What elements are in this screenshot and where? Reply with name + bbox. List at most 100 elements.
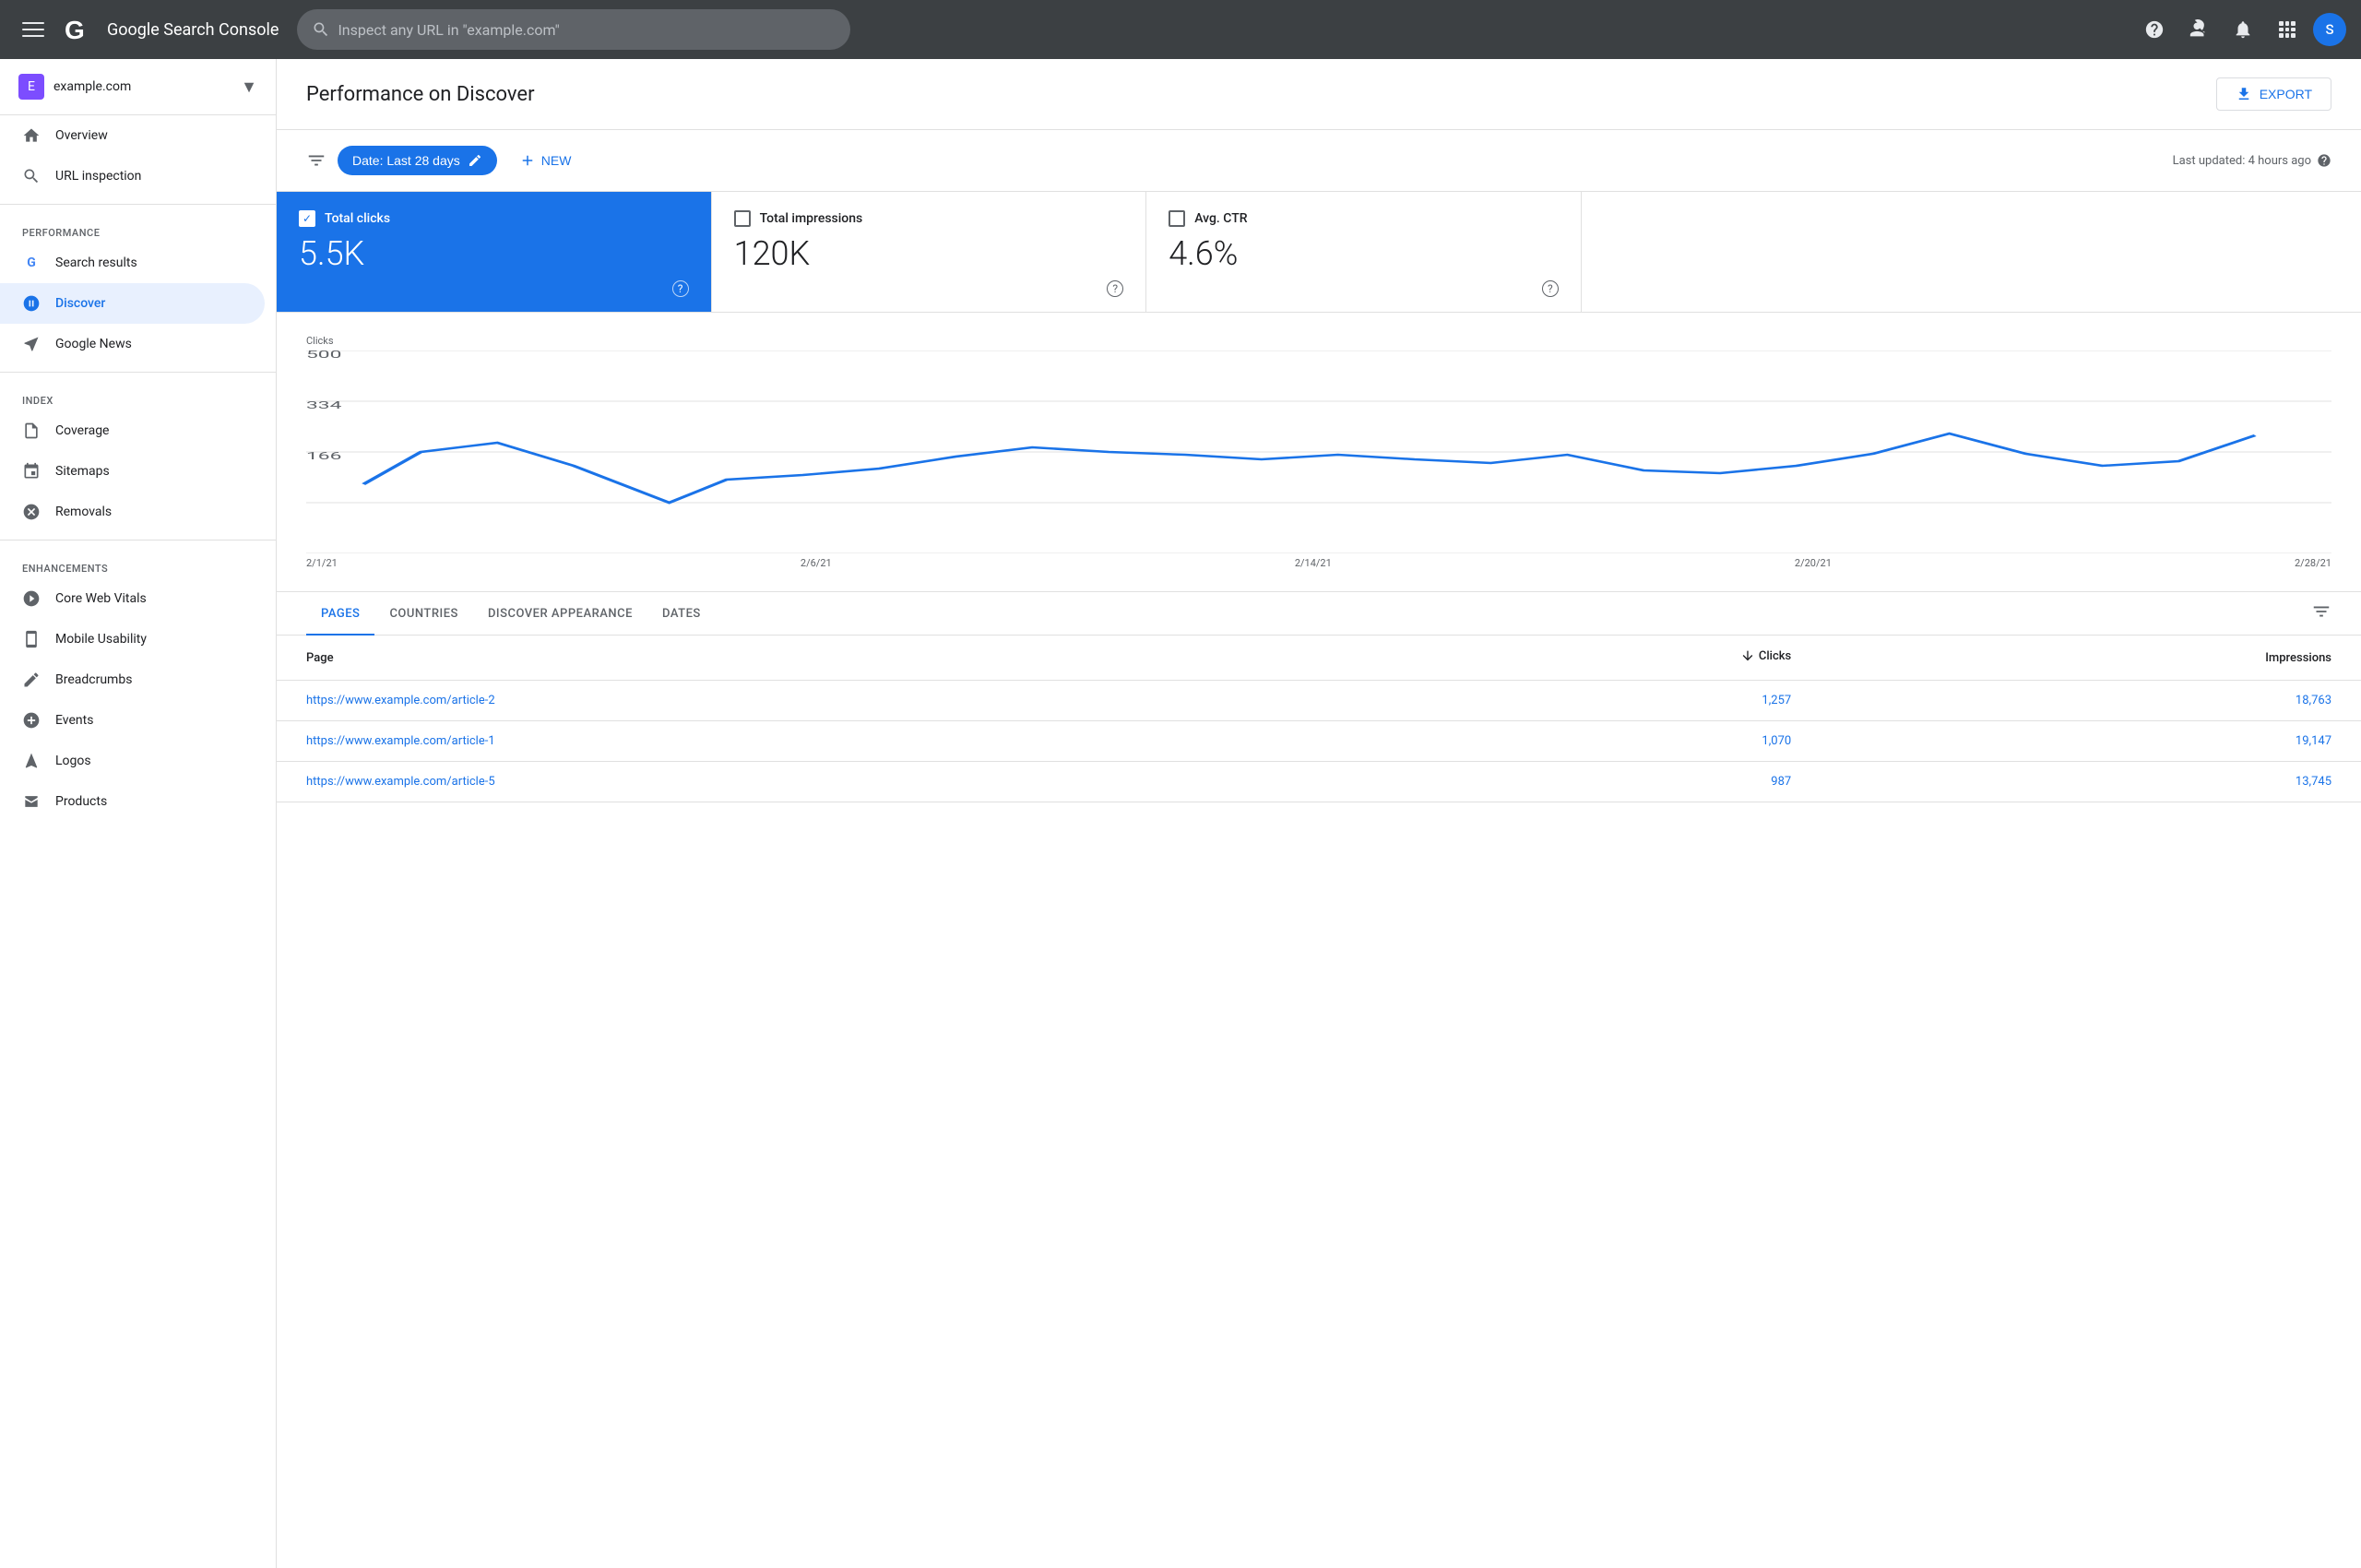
- row-2-page[interactable]: https://www.example.com/article-5: [277, 762, 1346, 802]
- row-1-page[interactable]: https://www.example.com/article-1: [277, 721, 1346, 762]
- data-table: Page Clicks Impressions https://www.exa: [277, 636, 2361, 802]
- help-button[interactable]: [2136, 11, 2173, 48]
- breadcrumbs-label: Breadcrumbs: [55, 672, 132, 687]
- export-label: EXPORT: [2260, 87, 2312, 101]
- row-0-page[interactable]: https://www.example.com/article-2: [277, 681, 1346, 721]
- metric-checkbox-clicks: ✓: [299, 210, 315, 227]
- tab-discover-appearance[interactable]: DISCOVER APPEARANCE: [473, 592, 647, 636]
- hamburger-icon: [22, 22, 44, 37]
- chart-y-label: Clicks: [306, 335, 2331, 347]
- metric-help-ctr[interactable]: ?: [1542, 280, 1559, 297]
- events-icon: [22, 711, 41, 730]
- page-title: Performance on Discover: [306, 83, 535, 106]
- products-icon: [22, 792, 41, 811]
- sidebar-item-search-results[interactable]: G Search results: [0, 243, 265, 283]
- search-input[interactable]: [338, 21, 836, 39]
- x-label-0: 2/1/21: [306, 557, 338, 569]
- nav-icons: S: [2136, 11, 2346, 48]
- property-chevron-icon: ▼: [241, 77, 257, 97]
- discover-icon: [22, 294, 41, 313]
- metric-label-ctr: Avg. CTR: [1194, 211, 1247, 226]
- metric-value-impressions: 120K: [734, 234, 1124, 273]
- new-filter-label: NEW: [541, 153, 572, 168]
- row-0-impressions: 18,763: [1821, 681, 2361, 721]
- x-label-4: 2/28/21: [2295, 557, 2331, 569]
- index-section-label: Index: [0, 380, 276, 410]
- col-header-page: Page: [277, 636, 1346, 681]
- url-search-bar[interactable]: [297, 9, 850, 50]
- chart-svg: 500 334 166 0: [306, 350, 2331, 553]
- metric-card-avg-ctr[interactable]: Avg. CTR 4.6% ?: [1146, 192, 1582, 312]
- checkmark-icon: ✓: [303, 212, 312, 225]
- account-search-button[interactable]: [2180, 11, 2217, 48]
- sidebar: E example.com ▼ Overview URL inspection …: [0, 59, 277, 1568]
- date-filter-button[interactable]: Date: Last 28 days: [338, 146, 497, 175]
- x-label-1: 2/6/21: [801, 557, 832, 569]
- metric-card-total-clicks[interactable]: ✓ Total clicks 5.5K ?: [277, 192, 712, 312]
- x-label-2: 2/14/21: [1295, 557, 1332, 569]
- metric-checkbox-ctr: [1169, 210, 1185, 227]
- sidebar-item-core-web-vitals[interactable]: Core Web Vitals: [0, 578, 265, 619]
- sort-down-icon: [1740, 648, 1755, 663]
- sidebar-item-mobile-usability[interactable]: Mobile Usability: [0, 619, 265, 659]
- apps-button[interactable]: [2269, 11, 2306, 48]
- chart-x-labels: 2/1/21 2/6/21 2/14/21 2/20/21 2/28/21: [306, 553, 2331, 569]
- top-navigation: G Google Search Console: [0, 0, 2361, 59]
- metric-header-clicks: ✓ Total clicks: [299, 210, 689, 227]
- last-updated: Last updated: 4 hours ago: [2173, 153, 2331, 168]
- sidebar-item-breadcrumbs[interactable]: Breadcrumbs: [0, 659, 265, 700]
- table-header: Page Clicks Impressions: [277, 636, 2361, 681]
- metric-help-impressions[interactable]: ?: [1107, 280, 1123, 297]
- sitemaps-icon: [22, 462, 41, 481]
- removals-icon: [22, 503, 41, 521]
- x-label-3: 2/20/21: [1795, 557, 1832, 569]
- sidebar-item-url-inspection[interactable]: URL inspection: [0, 156, 265, 196]
- svg-text:334: 334: [306, 399, 341, 411]
- table-filter-icon[interactable]: [2311, 601, 2331, 626]
- sidebar-item-products[interactable]: Products: [0, 781, 265, 822]
- main-layout: E example.com ▼ Overview URL inspection …: [0, 59, 2361, 1568]
- table-row: https://www.example.com/article-5 987 13…: [277, 762, 2361, 802]
- search-sidebar-icon: [22, 167, 41, 185]
- svg-text:0: 0: [306, 552, 318, 553]
- sidebar-item-removals[interactable]: Removals: [0, 492, 265, 532]
- sidebar-item-sitemaps[interactable]: Sitemaps: [0, 451, 265, 492]
- removals-label: Removals: [55, 505, 112, 519]
- metric-help-clicks[interactable]: ?: [672, 280, 689, 297]
- notifications-icon: [2233, 19, 2253, 40]
- tab-pages[interactable]: PAGES: [306, 592, 374, 636]
- metric-label-impressions: Total impressions: [760, 211, 863, 226]
- chart-container: 500 334 166 0: [306, 350, 2331, 553]
- table-body: https://www.example.com/article-2 1,257 …: [277, 681, 2361, 802]
- sidebar-item-discover[interactable]: Discover: [0, 283, 265, 324]
- metric-footer-clicks: ?: [299, 280, 689, 297]
- new-filter-button[interactable]: NEW: [508, 145, 583, 176]
- products-label: Products: [55, 794, 107, 809]
- overview-label: Overview: [55, 128, 108, 143]
- sidebar-item-coverage[interactable]: Coverage: [0, 410, 265, 451]
- user-avatar[interactable]: S: [2313, 13, 2346, 46]
- metrics-row: ✓ Total clicks 5.5K ? Total impressions …: [277, 192, 2361, 313]
- sidebar-item-google-news[interactable]: Google News: [0, 324, 265, 364]
- page-header: Performance on Discover EXPORT: [277, 59, 2361, 130]
- metric-header-ctr: Avg. CTR: [1169, 210, 1559, 227]
- news-icon: [22, 335, 41, 353]
- export-button[interactable]: EXPORT: [2216, 77, 2331, 111]
- hamburger-menu-button[interactable]: [15, 11, 52, 48]
- metric-card-impressions[interactable]: Total impressions 120K ?: [712, 192, 1147, 312]
- tab-countries[interactable]: COUNTRIES: [374, 592, 473, 636]
- logos-icon: [22, 752, 41, 770]
- sidebar-item-logos[interactable]: Logos: [0, 741, 265, 781]
- property-selector[interactable]: E example.com ▼: [0, 59, 276, 115]
- sidebar-item-events[interactable]: Events: [0, 700, 265, 741]
- tab-dates[interactable]: DATES: [647, 592, 716, 636]
- metric-label-clicks: Total clicks: [325, 211, 390, 226]
- last-updated-text: Last updated: 4 hours ago: [2173, 154, 2311, 168]
- metric-value-clicks: 5.5K: [299, 234, 689, 273]
- add-filter-icon: [519, 152, 536, 169]
- metric-empty-space: [1582, 192, 2361, 312]
- notifications-button[interactable]: [2225, 11, 2261, 48]
- google-g-icon: G: [22, 254, 41, 272]
- sidebar-item-overview[interactable]: Overview: [0, 115, 265, 156]
- home-icon: [22, 126, 41, 145]
